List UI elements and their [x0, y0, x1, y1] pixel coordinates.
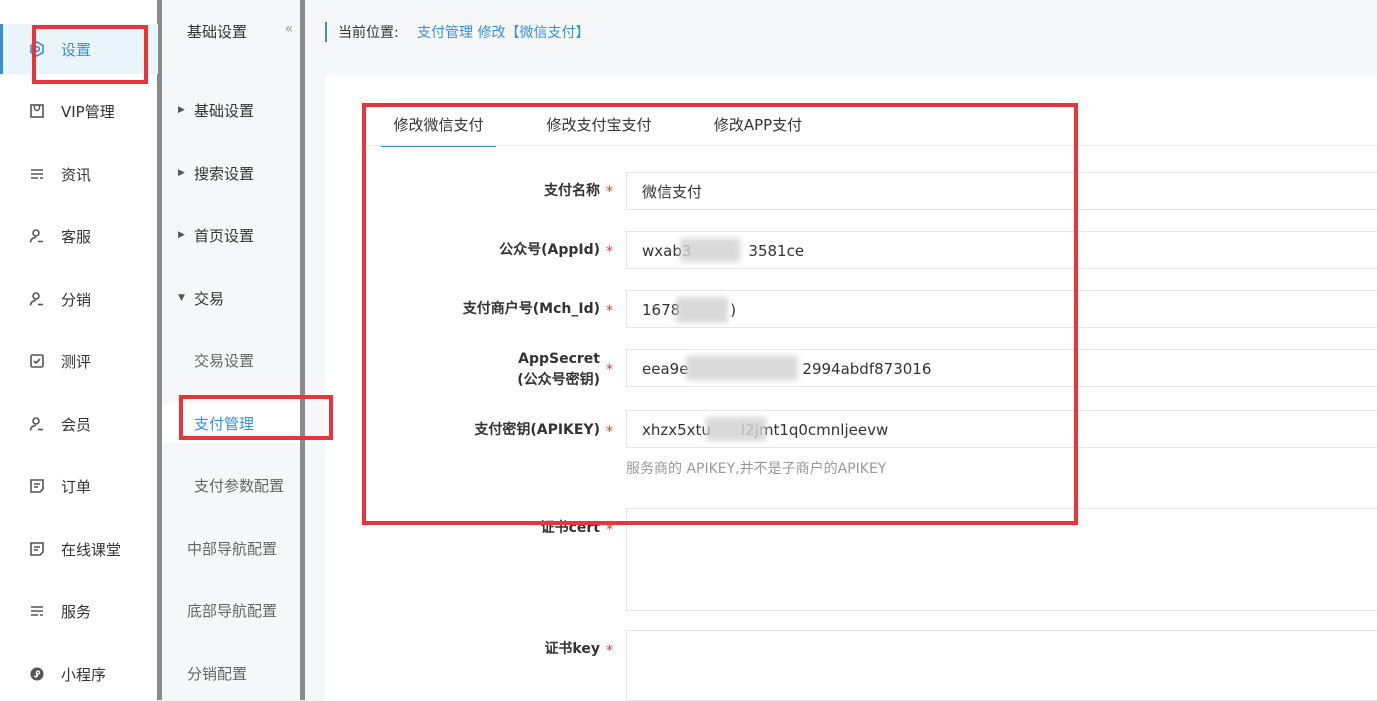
subnav-label: 支付管理: [194, 414, 255, 433]
sidebar-item-label: 在线课堂: [61, 540, 122, 559]
apikey-value-start: xhzx5xtu: [642, 421, 711, 439]
required-mark: *: [606, 184, 613, 200]
subnav-item-middle-nav[interactable]: 中部导航配置: [162, 528, 300, 568]
subnav-label: 分销配置: [187, 664, 248, 683]
caret-down-icon: ▼: [178, 293, 185, 303]
tab-wechat-pay[interactable]: 修改微信支付: [381, 105, 496, 147]
subnav-label: 支付参数配置: [194, 476, 285, 495]
pay-name-input[interactable]: 微信支付: [626, 172, 1377, 210]
caret-right-icon: ▶: [178, 168, 185, 178]
tab-app-pay[interactable]: 修改APP支付: [703, 105, 813, 145]
list-icon: [28, 165, 46, 183]
gear-icon: [28, 40, 46, 58]
required-mark: *: [606, 643, 613, 659]
sidebar-item-label: 客服: [61, 227, 92, 246]
sidebar-item-news[interactable]: 资讯: [0, 149, 158, 199]
caret-right-icon: ▶: [178, 230, 185, 240]
subnav-item-payment-params[interactable]: 支付参数配置: [162, 465, 300, 505]
mch-id-label: 支付商户号(Mch_Id): [462, 301, 600, 317]
appid-label: 公众号(AppId): [499, 242, 600, 258]
sidebar-item-label: 会员: [61, 415, 92, 434]
subnav-label: 基础设置: [194, 101, 255, 120]
subnav-group-home[interactable]: ▶ 首页设置: [162, 215, 300, 255]
sidebar-item-label: 服务: [61, 602, 92, 621]
pay-name-label: 支付名称: [544, 183, 600, 199]
redaction-blur: [706, 417, 766, 441]
collapse-icon[interactable]: «: [279, 14, 299, 44]
key-textarea[interactable]: [626, 630, 1377, 701]
redaction-blur: [686, 356, 798, 380]
miniapp-icon: [28, 665, 46, 683]
appsecret-value-start: eea9e: [642, 360, 689, 378]
appid-value-end: 3581ce: [748, 242, 805, 260]
mch-id-value-start: 1678: [642, 301, 681, 319]
tab-divider: [365, 145, 1377, 146]
subnav-label: 交易: [194, 289, 225, 308]
mch-id-input[interactable]: 1678): [626, 290, 1377, 328]
subnav-item-bottom-nav[interactable]: 底部导航配置: [162, 590, 300, 630]
breadcrumb-prefix: 当前位置:: [338, 25, 399, 41]
redaction-blur: [676, 297, 728, 323]
subnav-label: 交易设置: [194, 351, 255, 370]
breadcrumb[interactable]: 支付管理 修改【微信支付】: [417, 22, 589, 42]
sub-sidebar-title: 基础设置: [187, 23, 248, 41]
subnav-label: 搜索设置: [194, 164, 255, 183]
subnav-group-trade[interactable]: ▼ 交易: [162, 278, 300, 318]
apikey-hint: 服务商的 APIKEY,并不是子商户的APIKEY: [626, 461, 887, 477]
apikey-label: 支付密钥(APIKEY): [474, 422, 600, 438]
cert-label: 证书cert: [540, 520, 600, 536]
sidebar-item-label: 资讯: [61, 165, 92, 184]
doc-icon: [28, 477, 46, 495]
sidebar-item-distribution[interactable]: 分销: [0, 274, 158, 324]
sidebar-item-label: 设置: [61, 40, 92, 59]
subnav-label: 首页设置: [194, 226, 255, 245]
sidebar-item-services[interactable]: 服务: [0, 586, 158, 636]
key-label: 证书key: [544, 641, 600, 657]
sidebar-item-label: 订单: [61, 477, 92, 496]
subnav-group-basic[interactable]: ▶ 基础设置: [162, 90, 300, 130]
mch-id-value-end: ): [730, 301, 737, 319]
redaction-blur: [680, 238, 740, 262]
user-icon: [28, 227, 46, 245]
sidebar-item-vip[interactable]: VIP管理: [0, 86, 158, 136]
sidebar-item-online-class[interactable]: 在线课堂: [0, 524, 158, 574]
sidebar-item-miniapp[interactable]: 小程序: [0, 649, 158, 699]
subnav-group-search[interactable]: ▶ 搜索设置: [162, 153, 300, 193]
bag-icon: [28, 102, 46, 120]
sidebar-item-evaluation[interactable]: 测评: [0, 336, 158, 386]
user-icon: [28, 415, 46, 433]
sidebar-item-settings[interactable]: 设置: [0, 24, 158, 74]
appsecret-value-end: 2994abdf873016: [802, 360, 932, 378]
breadcrumb-marker: [325, 22, 327, 42]
subnav-label: 底部导航配置: [187, 601, 278, 620]
sidebar-item-orders[interactable]: 订单: [0, 461, 158, 511]
sidebar-item-label: 小程序: [61, 665, 107, 684]
caret-right-icon: ▶: [178, 105, 185, 115]
subnav-item-trade-settings[interactable]: 交易设置: [162, 340, 300, 380]
sidebar-item-members[interactable]: 会员: [0, 399, 158, 449]
sidebar-item-label: VIP管理: [61, 102, 115, 121]
user-icon: [28, 290, 46, 308]
sidebar-item-service[interactable]: 客服: [0, 211, 158, 261]
required-mark: *: [606, 244, 613, 260]
subnav-item-payment-management[interactable]: 支付管理: [162, 403, 300, 443]
required-mark: *: [606, 522, 613, 538]
appsecret-label-line1: AppSecret: [518, 351, 600, 367]
check-icon: [28, 352, 46, 370]
required-mark: *: [606, 424, 613, 440]
subnav-item-distribution-config[interactable]: 分销配置: [162, 653, 300, 693]
required-mark: *: [606, 362, 613, 378]
subnav-label: 中部导航配置: [187, 539, 278, 558]
required-mark: *: [606, 303, 613, 319]
cert-textarea[interactable]: [626, 508, 1377, 611]
sidebar-item-label: 分销: [61, 290, 92, 309]
doc-icon: [28, 540, 46, 558]
list-icon: [28, 602, 46, 620]
sidebar-item-label: 测评: [61, 352, 92, 371]
appsecret-label-line2: (公众号密钥): [517, 372, 600, 388]
tab-alipay[interactable]: 修改支付宝支付: [537, 105, 661, 145]
appsecret-label: AppSecret (公众号密钥): [517, 350, 600, 389]
